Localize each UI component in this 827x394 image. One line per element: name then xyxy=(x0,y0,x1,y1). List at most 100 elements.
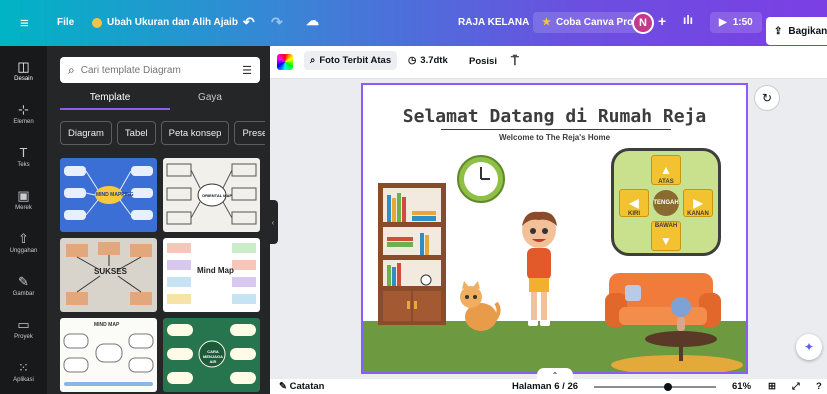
thumb-title: SUKSES xyxy=(94,267,127,276)
refresh-icon: ↻ xyxy=(761,91,773,105)
try-pro-button[interactable]: ★ Coba Canva Pro xyxy=(533,12,643,33)
duration-button[interactable]: ◷ 3.7dtk xyxy=(408,55,448,66)
thumb-title: MIND MAPPING xyxy=(96,192,134,198)
brand-icon: ▣ xyxy=(17,187,30,203)
tab-style[interactable]: Gaya xyxy=(160,92,260,110)
resize-label: Ubah Ukuran dan Alih Ajaib xyxy=(107,17,238,28)
template-search[interactable]: ⌕ ☰ xyxy=(60,57,260,83)
rail-item-draw[interactable]: ✎ Gambar xyxy=(0,264,47,307)
rail-item-uploads[interactable]: ⇧ Unggahan xyxy=(0,221,47,264)
position-button[interactable]: Posisi xyxy=(469,56,497,67)
page-title[interactable]: Selamat Datang di Rumah Reja xyxy=(363,106,746,127)
living-room-illustration[interactable] xyxy=(605,263,747,374)
clock-icon: ◷ xyxy=(408,55,417,66)
menu-icon[interactable]: ≡ xyxy=(20,15,29,32)
template-thumb[interactable]: ORIENTAL MAP xyxy=(163,158,260,232)
page-subtitle[interactable]: Welcome to The Reja's Home xyxy=(363,133,746,142)
resize-button[interactable]: Ubah Ukuran dan Alih Ajaib xyxy=(92,17,238,28)
template-thumb[interactable]: Mind Map xyxy=(163,238,260,312)
template-thumb[interactable]: MIND MAP xyxy=(60,318,157,392)
star-icon: ★ xyxy=(542,17,551,28)
cloud-save-icon[interactable]: ☁ xyxy=(306,13,319,29)
color-swatch-icon xyxy=(277,54,293,70)
zoom-level[interactable]: 61% xyxy=(732,381,751,392)
rail-label: Proyek xyxy=(14,333,33,340)
owner-name[interactable]: RAJA KELANA xyxy=(458,17,529,28)
design-page[interactable]: Selamat Datang di Rumah Reja Welcome to … xyxy=(361,83,748,374)
add-collaborator-icon[interactable]: + xyxy=(658,13,666,29)
category-chips: Diagram Tabel Peta konsep Prese› xyxy=(60,121,265,145)
cat-illustration[interactable] xyxy=(456,281,502,333)
arrow-down-icon: ▼ xyxy=(660,234,672,248)
share-icon: ⇪ xyxy=(774,25,783,37)
duration-label: 3.7dtk xyxy=(420,55,448,66)
user-avatar[interactable]: N xyxy=(632,12,654,34)
chip-diagram[interactable]: Diagram xyxy=(60,121,112,145)
nav-up-label: ATAS xyxy=(658,179,674,185)
refresh-button[interactable]: ↻ xyxy=(754,85,780,111)
chip-table[interactable]: Tabel xyxy=(116,121,156,145)
template-thumb[interactable]: MIND MAPPING xyxy=(60,158,157,232)
zoom-slider[interactable] xyxy=(594,383,716,391)
rail-item-text[interactable]: T Teks xyxy=(0,135,47,178)
rail-item-projects[interactable]: ▭ Proyek xyxy=(0,307,47,350)
magic-button[interactable]: ✦ xyxy=(796,334,822,360)
left-rail: ◫ Desain ⊹ Elemen T Teks ▣ Merek ⇧ Ungga… xyxy=(0,46,47,394)
draw-icon: ✎ xyxy=(18,273,29,289)
share-label: Bagikan xyxy=(788,25,827,37)
search-icon: ⌕ xyxy=(68,62,75,77)
paint-format-icon[interactable]: ⍑ xyxy=(511,53,519,69)
undo-icon[interactable]: ↶ xyxy=(243,14,255,31)
sparkle-icon: ✦ xyxy=(803,340,815,354)
notes-label: Catatan xyxy=(289,381,325,392)
redo-icon[interactable]: ↷ xyxy=(271,14,283,31)
mind-map-graphic xyxy=(63,333,154,386)
chip-concept-map[interactable]: Peta konsep xyxy=(160,121,230,145)
rail-label: Aplikasi xyxy=(13,376,34,383)
design-icon: ◫ xyxy=(17,58,30,74)
direction-pad[interactable]: ▲ ATAS ◀ KIRI TENGAH ▶ KANAN ▼ BAWAH xyxy=(611,148,721,256)
boy-illustration[interactable] xyxy=(515,210,563,330)
nav-right-label: KANAN xyxy=(687,211,709,217)
filter-icon[interactable]: ☰ xyxy=(242,64,252,77)
template-thumb[interactable]: CARA MENJAGA AIR xyxy=(163,318,260,392)
file-menu[interactable]: File xyxy=(57,17,74,28)
rail-item-elements[interactable]: ⊹ Elemen xyxy=(0,92,47,135)
search-input[interactable] xyxy=(80,64,237,76)
photo-flip-button[interactable]: ⌕ Foto Terbit Atas xyxy=(304,51,398,70)
tab-underline xyxy=(60,108,170,110)
rail-item-brand[interactable]: ▣ Merek xyxy=(0,178,47,221)
grid-view-icon[interactable]: ⊞ xyxy=(768,381,776,392)
chevron-left-icon: ‹ xyxy=(271,217,275,227)
rail-item-apps[interactable]: ⁙ Aplikasi xyxy=(0,350,47,393)
template-thumb[interactable]: SUKSES xyxy=(60,238,157,312)
thumb-title: Mind Map xyxy=(197,266,234,275)
lasso-icon: ⌕ xyxy=(310,55,316,66)
nav-center-button[interactable]: TENGAH xyxy=(653,190,679,216)
text-icon: T xyxy=(19,144,28,160)
top-bar: ≡ File Ubah Ukuran dan Alih Ajaib ↶ ↷ ☁ … xyxy=(0,0,827,46)
mind-map-graphic xyxy=(167,243,256,304)
share-button[interactable]: ⇪ Bagikan xyxy=(766,17,827,45)
timer-label: 1:50 xyxy=(732,17,753,28)
zoom-slider-knob[interactable] xyxy=(664,383,672,391)
wall-clock-illustration[interactable] xyxy=(456,154,506,204)
chip-presentation[interactable]: Prese› xyxy=(234,121,265,145)
page-indicator[interactable]: Halaman 6 / 26 xyxy=(512,381,578,392)
color-picker-button[interactable] xyxy=(277,54,293,70)
arrow-right-icon: ▶ xyxy=(693,196,703,210)
present-button[interactable]: ▶ 1:50 xyxy=(710,12,762,33)
nav-left-label: KIRI xyxy=(628,211,640,217)
help-icon[interactable]: ? xyxy=(816,381,822,392)
crown-icon xyxy=(92,17,102,28)
play-icon: ▶ xyxy=(719,17,727,28)
rail-item-design[interactable]: ◫ Desain xyxy=(0,49,47,92)
chip-label: Prese xyxy=(242,127,265,139)
bookshelf-illustration[interactable] xyxy=(378,183,446,325)
insights-icon[interactable]: ılı xyxy=(683,13,693,27)
fullscreen-icon[interactable]: ⤢ xyxy=(792,381,800,392)
rail-label: Merek xyxy=(15,204,32,211)
collapse-panel-handle[interactable]: ‹ xyxy=(268,200,278,244)
notes-button[interactable]: ✎ Catatan xyxy=(279,381,324,392)
avatar: N xyxy=(632,12,654,34)
